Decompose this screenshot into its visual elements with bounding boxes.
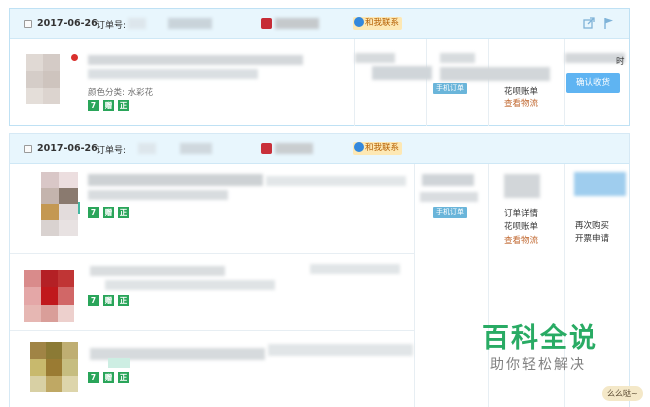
price-qty-redacted [310,264,400,274]
confirm-receipt-button[interactable]: 确认收货 [566,73,620,93]
contact-seller-label: 和我联系 [365,18,400,28]
contact-seller-button[interactable]: 和我联系 [353,142,403,155]
product-title-redacted[interactable] [88,69,258,79]
shop-icon [261,143,272,154]
column-divider [414,164,415,407]
product-thumbnail[interactable] [30,342,78,392]
contact-seller-label: 和我联系 [365,143,400,153]
order-number-redacted [138,143,156,154]
flag-icon[interactable] [603,17,615,29]
service-badges: 7 赠 正 [88,372,129,383]
column-divider [488,164,489,407]
product-title-redacted[interactable] [88,174,263,186]
service-badges: 7 赠 正 [88,295,129,306]
huabei-bill-link[interactable]: 花呗账单 [504,85,538,97]
total-price-redacted [440,67,550,81]
order-number-label: 订单号: [96,146,127,156]
order-card: 2017-06-26 订单号: 和我联系 颜色分类: 水彩花 7 赠 正 手机订… [9,8,630,126]
order-number-redacted [180,143,212,154]
price-qty-redacted [266,176,406,186]
corner-sticker: 么么哒~ [602,386,643,401]
buy-again-link[interactable]: 再次购买 [575,219,609,231]
product-title-redacted[interactable] [88,55,303,65]
product-thumbnail[interactable] [41,172,78,236]
order-checkbox[interactable] [24,20,32,28]
total-price-redacted [440,53,475,63]
confirm-receipt-button[interactable] [574,172,626,196]
gift-badge[interactable]: 赠 [103,295,114,306]
invoice-request-link[interactable]: 开票申请 [575,232,609,244]
chat-icon [354,142,364,152]
quantity-redacted [372,66,432,80]
item-accent [78,202,80,214]
time-suffix: 时 [616,57,625,67]
service-badges: 7 赠 正 [88,100,129,111]
shop-name-redacted[interactable] [275,143,313,154]
product-title-redacted[interactable] [90,266,225,276]
gift-badge[interactable]: 赠 [103,100,114,111]
total-price-redacted [422,174,474,186]
order-number-redacted [128,18,146,29]
chat-icon [354,17,364,27]
product-title-redacted[interactable] [105,280,275,290]
item-accent [108,358,130,368]
order-header: 2017-06-26 订单号: 和我联系 [10,134,629,164]
view-logistics-link[interactable]: 查看物流 [504,234,538,246]
row-divider [10,253,414,254]
column-divider [488,39,489,126]
share-icon[interactable] [583,17,595,29]
price-qty-redacted [268,344,413,356]
view-logistics-link[interactable]: 查看物流 [504,97,538,109]
total-price-redacted [420,192,478,202]
order-detail-link[interactable]: 订单详情 [504,207,538,219]
contact-seller-button[interactable]: 和我联系 [353,17,403,30]
product-spec: 颜色分类: 水彩花 [88,88,154,98]
order-header: 2017-06-26 订单号: 和我联系 [10,9,629,39]
seven-day-return-badge[interactable]: 7 [88,372,99,383]
shop-name-redacted[interactable] [275,18,319,29]
order-date: 2017-06-26 [37,18,98,29]
watermark-subtitle: 助你轻松解决 [490,357,586,373]
order-date: 2017-06-26 [37,143,98,154]
column-divider [426,39,427,126]
genuine-badge[interactable]: 正 [118,295,129,306]
genuine-badge[interactable]: 正 [118,372,129,383]
unit-price-redacted [355,53,395,63]
huabei-bill-link[interactable]: 花呗账单 [504,220,538,232]
service-badges: 7 赠 正 [88,207,129,218]
product-thumbnail[interactable] [24,270,74,322]
genuine-badge[interactable]: 正 [118,100,129,111]
product-thumbnail[interactable] [26,54,60,104]
shop-icon [261,18,272,29]
watermark-title: 百科全说 [482,323,598,354]
order-checkbox[interactable] [24,145,32,153]
gift-badge[interactable]: 赠 [103,372,114,383]
product-title-redacted[interactable] [88,190,228,200]
row-divider [10,330,414,331]
phone-order-tag: 手机订单 [433,207,467,218]
order-status-redacted [504,174,540,198]
seven-day-return-badge[interactable]: 7 [88,100,99,111]
seven-day-return-badge[interactable]: 7 [88,295,99,306]
promo-dot [71,54,78,61]
order-number-label: 订单号: [96,21,127,31]
gift-badge[interactable]: 赠 [103,207,114,218]
seven-day-return-badge[interactable]: 7 [88,207,99,218]
order-number-redacted [168,18,212,29]
genuine-badge[interactable]: 正 [118,207,129,218]
phone-order-tag: 手机订单 [433,83,467,94]
